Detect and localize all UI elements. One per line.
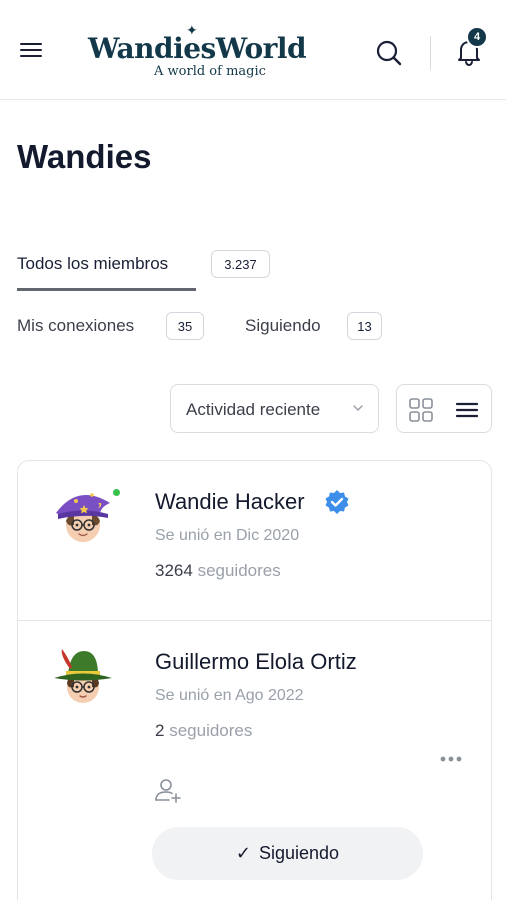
following-button[interactable]: ✓ Siguiendo [152,827,423,880]
active-tab-underline [17,288,196,291]
notification-badge: 4 [466,26,488,48]
add-user-icon[interactable] [153,775,183,805]
more-options-icon[interactable] [436,751,466,767]
header-divider [430,36,431,70]
following-button-label: Siguiendo [259,843,340,863]
sort-select[interactable]: Actividad reciente [170,384,379,433]
member-followers-count: 3264 [155,561,193,580]
tab-all-members[interactable]: Todos los miembros [17,248,197,290]
logo-title: WandiesWorld [88,32,307,65]
member-followers-count: 2 [155,721,165,740]
member-joined-date: Se unió en Ago 2022 [155,687,304,704]
view-toggle [396,384,492,433]
member-card[interactable]: Wandie Hacker Se unió en Dic 2020 3264 s… [18,461,491,621]
list-view-icon[interactable] [453,396,481,424]
wizard-avatar[interactable] [48,481,118,551]
hunter-avatar[interactable] [48,641,118,711]
verified-badge-icon [324,489,350,515]
member-followers-label: seguidores [169,721,253,740]
member-followers-label: seguidores [197,561,281,580]
member-followers: 2 seguidores [155,721,252,741]
following-count: 13 [347,312,382,340]
connections-count: 35 [166,312,204,340]
member-followers: 3264 seguidores [155,561,281,581]
tab-all-members-label: Todos los miembros [17,254,169,273]
member-card[interactable]: Guillermo Elola Ortiz Se unió en Ago 202… [18,621,491,900]
site-logo[interactable]: ✦ WandiesWorld A world of magic [88,22,328,86]
tab-following-label: Siguiendo [245,316,321,335]
top-header: ✦ WandiesWorld A world of magic 4 [0,0,506,100]
member-name[interactable]: Guillermo Elola Ortiz [155,649,357,675]
check-icon: ✓ [235,843,251,863]
sort-select-value: Actividad reciente [186,400,321,419]
member-name[interactable]: Wandie Hacker [155,489,305,515]
logo-tagline: A world of magic [154,64,266,79]
chevron-down-icon [353,405,363,411]
all-members-count: 3.237 [211,250,270,278]
search-icon[interactable] [374,38,404,68]
menu-icon[interactable] [20,42,44,60]
page-title: Wandies [17,138,152,175]
online-status-indicator [111,487,122,498]
grid-view-icon[interactable] [407,396,435,424]
member-joined-date: Se unió en Dic 2020 [155,527,300,544]
members-list: Wandie Hacker Se unió en Dic 2020 3264 s… [17,460,492,900]
tab-my-connections-label: Mis conexiones [17,316,135,335]
